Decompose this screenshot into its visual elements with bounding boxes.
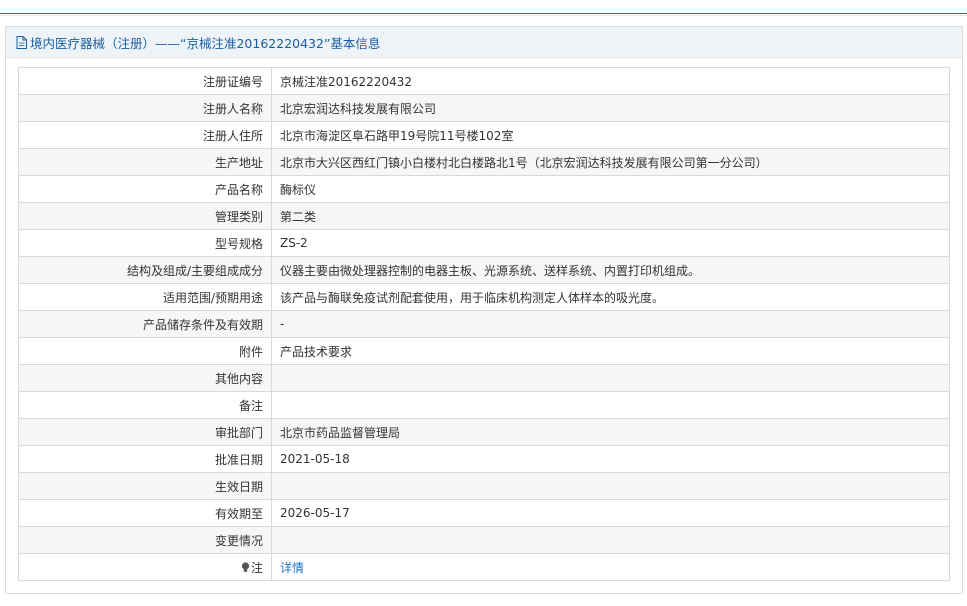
field-value (271, 472, 950, 500)
field-label: 产品储存条件及有效期 (18, 310, 272, 338)
note-row: 注 详情 (18, 553, 950, 581)
table-row: 管理类别 第二类 (18, 202, 950, 230)
table-row: 有效期至 2026-05-17 (18, 499, 950, 527)
table-row: 批准日期 2021-05-18 (18, 445, 950, 473)
field-label: 适用范围/预期用途 (18, 283, 272, 311)
field-value: 北京宏润达科技发展有限公司 (271, 94, 950, 122)
field-value: 北京市大兴区西红门镇小白楼村北白楼路北1号（北京宏润达科技发展有限公司第一分公司… (271, 148, 950, 176)
field-label: 变更情况 (18, 526, 272, 554)
table-row: 审批部门 北京市药品监督管理局 (18, 418, 950, 446)
panel-header: 境内医疗器械（注册）——“京械注准20162220432”基本信息 (6, 27, 962, 58)
field-label: 产品名称 (18, 175, 272, 203)
field-label: 批准日期 (18, 445, 272, 473)
details-link[interactable]: 详情 (280, 561, 304, 575)
table-row: 产品名称 酶标仪 (18, 175, 950, 203)
field-value: ZS-2 (271, 229, 950, 257)
field-label: 附件 (18, 337, 272, 365)
lightbulb-icon (241, 561, 250, 573)
field-value: 北京市药品监督管理局 (271, 418, 950, 446)
table-row: 其他内容 (18, 364, 950, 392)
field-value: 2021-05-18 (271, 445, 950, 473)
table-row: 生产地址 北京市大兴区西红门镇小白楼村北白楼路北1号（北京宏润达科技发展有限公司第… (18, 148, 950, 176)
table-row: 结构及组成/主要组成成分 仪器主要由微处理器控制的电器主板、光源系统、送样系统、内… (18, 256, 950, 284)
field-value: 酶标仪 (271, 175, 950, 203)
field-value: 北京市海淀区阜石路甲19号院11号楼102室 (271, 121, 950, 149)
field-label: 有效期至 (18, 499, 272, 527)
field-label: 注册证编号 (18, 67, 272, 95)
table-row: 型号规格 ZS-2 (18, 229, 950, 257)
field-value (271, 364, 950, 392)
table-row: 备注 (18, 391, 950, 419)
field-value (271, 391, 950, 419)
field-label: 结构及组成/主要组成成分 (18, 256, 272, 284)
document-icon (16, 35, 27, 49)
info-table: 注册证编号 京械注准20162220432 注册人名称 北京宏润达科技发展有限公司 注册… (18, 67, 950, 581)
note-label: 注 (250, 560, 263, 575)
note-value-cell: 详情 (271, 553, 950, 581)
field-label: 生产地址 (18, 148, 272, 176)
note-label-cell: 注 (18, 553, 272, 581)
field-label: 管理类别 (18, 202, 272, 230)
field-label: 型号规格 (18, 229, 272, 257)
field-label: 注册人名称 (18, 94, 272, 122)
table-row: 生效日期 (18, 472, 950, 500)
field-value: 该产品与酶联免疫试剂配套使用，用于临床机构测定人体样本的吸光度。 (271, 283, 950, 311)
field-value: 2026-05-17 (271, 499, 950, 527)
field-label: 其他内容 (18, 364, 272, 392)
field-label: 注册人住所 (18, 121, 272, 149)
top-border (0, 0, 967, 14)
field-value: - (271, 310, 950, 338)
table-row: 适用范围/预期用途 该产品与酶联免疫试剂配套使用，用于临床机构测定人体样本的吸光度… (18, 283, 950, 311)
table-row: 附件 产品技术要求 (18, 337, 950, 365)
field-value: 第二类 (271, 202, 950, 230)
table-row: 变更情况 (18, 526, 950, 554)
field-value (271, 526, 950, 554)
top-divider (0, 15, 967, 16)
table-row: 产品储存条件及有效期 - (18, 310, 950, 338)
field-value: 产品技术要求 (271, 337, 950, 365)
page-title: 境内医疗器械（注册）——“京械注准20162220432”基本信息 (30, 35, 381, 51)
table-row: 注册证编号 京械注准20162220432 (18, 67, 950, 95)
field-label: 审批部门 (18, 418, 272, 446)
table-row: 注册人住所 北京市海淀区阜石路甲19号院11号楼102室 (18, 121, 950, 149)
field-label: 备注 (18, 391, 272, 419)
table-row: 注册人名称 北京宏润达科技发展有限公司 (18, 94, 950, 122)
field-value: 仪器主要由微处理器控制的电器主板、光源系统、送样系统、内置打印机组成。 (271, 256, 950, 284)
field-label: 生效日期 (18, 472, 272, 500)
field-value: 京械注准20162220432 (271, 67, 950, 95)
info-panel: 境内医疗器械（注册）——“京械注准20162220432”基本信息 注册证编号京… (5, 26, 963, 594)
